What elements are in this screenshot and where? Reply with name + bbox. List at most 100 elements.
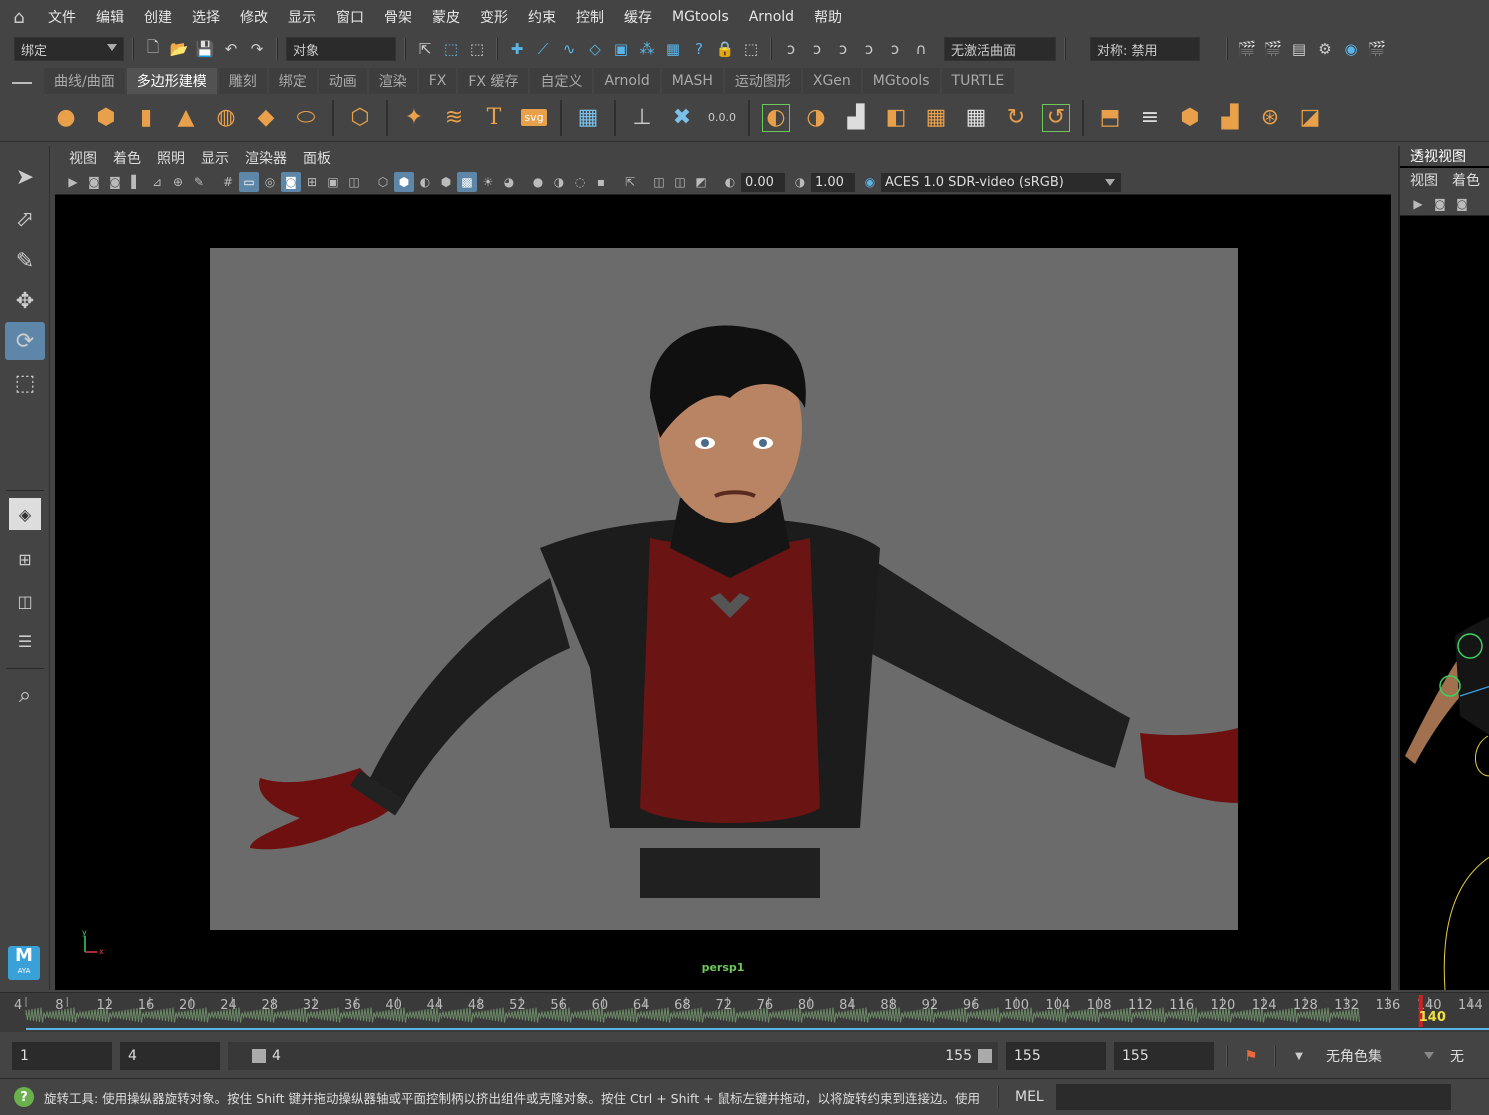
lasso-tool-icon[interactable]: ⬀	[5, 200, 45, 238]
extract-icon[interactable]: ▟	[842, 104, 870, 132]
two-view-layout-icon[interactable]: ◫	[5, 582, 45, 620]
render-view-icon[interactable]: 🎬	[1236, 38, 1258, 60]
lasso-icon[interactable]: ↄ	[858, 38, 880, 60]
menu-modify[interactable]: 修改	[230, 7, 278, 27]
menuset-dropdown[interactable]: 绑定	[14, 37, 124, 61]
tab-mash[interactable]: MASH	[661, 68, 723, 94]
2d-pan-icon[interactable]: ⊕	[168, 172, 188, 192]
panel-menu-renderer[interactable]: 渲染器	[237, 148, 295, 168]
isolate-select-icon[interactable]: ⇱	[620, 172, 640, 192]
motion-blur-icon[interactable]: ◑	[549, 172, 569, 192]
lasso-icon[interactable]: ↄ	[832, 38, 854, 60]
svg-icon[interactable]: svg	[520, 104, 548, 132]
bevel-icon[interactable]: ⬢	[1176, 104, 1204, 132]
panel-menu-view[interactable]: 视图	[61, 148, 105, 168]
lasso-icon[interactable]: ↄ	[806, 38, 828, 60]
grease-pencil-icon[interactable]: ✎	[189, 172, 209, 192]
tab-curves-surfaces[interactable]: 曲线/曲面	[44, 68, 125, 94]
grid-toggle-icon[interactable]: #	[218, 172, 238, 192]
menu-select[interactable]: 选择	[182, 7, 230, 27]
select-tool-icon[interactable]: ➤	[5, 158, 45, 196]
poly-disc-icon[interactable]: ⬭	[292, 104, 320, 132]
lasso-icon[interactable]: ↄ	[780, 38, 802, 60]
secondary-viewport[interactable]	[1400, 216, 1489, 990]
rotate-tool-icon[interactable]: ⟳	[5, 322, 45, 360]
menu-deform[interactable]: 变形	[470, 7, 518, 27]
menu-file[interactable]: 文件	[38, 7, 86, 27]
symmetry-dropdown[interactable]: 对称: 禁用	[1090, 37, 1200, 61]
perspective-viewport[interactable]: y x persp1	[55, 195, 1391, 990]
chevron-down-icon[interactable]: ▼	[1288, 1045, 1310, 1067]
lights-icon[interactable]: ☀	[478, 172, 498, 192]
sweep-mesh-icon[interactable]: ≋	[440, 104, 468, 132]
safe-action-icon[interactable]: ▣	[323, 172, 343, 192]
character-set-dropdown[interactable]: 无角色集	[1318, 1042, 1438, 1070]
type-text-icon[interactable]: T	[480, 104, 508, 132]
undo-icon[interactable]: ↶	[220, 38, 242, 60]
redo-icon[interactable]: ↷	[246, 38, 268, 60]
combine-icon[interactable]: ◐	[762, 103, 790, 132]
move-tool-icon[interactable]: ✥	[5, 282, 45, 320]
snap-projected-icon[interactable]: ◇	[584, 38, 606, 60]
super-shape-icon[interactable]: ✦	[400, 104, 428, 132]
save-scene-icon[interactable]: 💾	[194, 38, 216, 60]
mel-label[interactable]: MEL	[1015, 1089, 1044, 1105]
scale-tool-icon[interactable]: ⬚	[5, 364, 45, 402]
camera-icon[interactable]: ▶	[63, 172, 83, 192]
reduce-icon[interactable]: ▦	[962, 104, 990, 132]
camera-attr-icon[interactable]: ◙	[1430, 194, 1450, 214]
menu-control[interactable]: 控制	[566, 7, 614, 27]
render-sequence-icon[interactable]: 🎬	[1366, 38, 1388, 60]
bookmark-icon[interactable]: ▌	[126, 172, 146, 192]
gamma-icon[interactable]: ◑	[790, 172, 810, 192]
textured-icon[interactable]: ▩	[457, 172, 477, 192]
menu-mgtools[interactable]: MGtools	[662, 9, 739, 25]
tab-fx-cache[interactable]: FX 缓存	[458, 68, 529, 94]
poly-cube-icon[interactable]: ⬢	[92, 104, 120, 132]
menu-cache[interactable]: 缓存	[614, 7, 662, 27]
tab-mgtools[interactable]: MGtools	[862, 68, 940, 94]
snap-view-plane-icon[interactable]: ▣	[610, 38, 632, 60]
new-scene-icon[interactable]: 🗋	[142, 38, 164, 60]
tab-turtle[interactable]: TURTLE	[941, 68, 1015, 94]
menu-create[interactable]: 创建	[134, 7, 182, 27]
tab-xgen[interactable]: XGen	[802, 68, 861, 94]
anim-end-field[interactable]: 155	[1006, 1042, 1106, 1070]
tab-rendering[interactable]: 渲染	[368, 68, 417, 94]
render-region-icon[interactable]: ▦	[662, 38, 684, 60]
panel-menu-shading[interactable]: 着色	[105, 148, 149, 168]
mel-input[interactable]	[1055, 1084, 1451, 1110]
tab-motion-graphics[interactable]: 运动图形	[724, 68, 801, 94]
depth-of-field-icon[interactable]: ▪	[591, 172, 611, 192]
gamma-field[interactable]: 1.00	[811, 172, 855, 192]
exposure-field[interactable]: 0.00	[741, 172, 785, 192]
platonic-solid-icon[interactable]: ⬡	[346, 104, 374, 132]
snap-point-icon[interactable]: ∿	[558, 38, 580, 60]
range-start-handle[interactable]	[252, 1049, 266, 1063]
separate-icon[interactable]: ◑	[802, 104, 830, 132]
menu-display[interactable]: 显示	[278, 7, 326, 27]
panel-menu-show[interactable]: 显示	[193, 148, 237, 168]
render-settings-icon[interactable]: ⚙	[1314, 38, 1336, 60]
anim-layer-dropdown[interactable]: 无	[1446, 1042, 1466, 1070]
open-scene-icon[interactable]: 📂	[168, 38, 190, 60]
panel-menu-lighting[interactable]: 照明	[149, 148, 193, 168]
film-gate-icon[interactable]: ▭	[239, 172, 259, 192]
selection-mode-dropdown[interactable]: 对象	[286, 37, 396, 61]
xray-icon[interactable]: ◫	[649, 172, 669, 192]
smooth-shade-icon[interactable]: ⬢	[394, 172, 414, 192]
delete-history-icon[interactable]: ✖	[668, 104, 696, 132]
tab-rigging[interactable]: 绑定	[268, 68, 317, 94]
multi-cut-icon[interactable]: ⊛	[1256, 104, 1284, 132]
poly-cylinder-icon[interactable]: ▮	[132, 104, 160, 132]
safe-title-icon[interactable]: ◫	[344, 172, 364, 192]
menu-help[interactable]: 帮助	[804, 7, 852, 27]
help-icon[interactable]: ?	[14, 1087, 34, 1107]
remesh-icon[interactable]: ↻	[1002, 104, 1030, 132]
mirror-icon[interactable]: ◧	[882, 104, 910, 132]
color-management-icon[interactable]: ◉	[860, 172, 880, 192]
key-bookmark-icon[interactable]: ⚑	[1240, 1045, 1262, 1067]
fill-hole-icon[interactable]: ▟	[1216, 104, 1244, 132]
menu-skeleton[interactable]: 骨架	[374, 7, 422, 27]
tab-custom[interactable]: 自定义	[530, 68, 593, 94]
